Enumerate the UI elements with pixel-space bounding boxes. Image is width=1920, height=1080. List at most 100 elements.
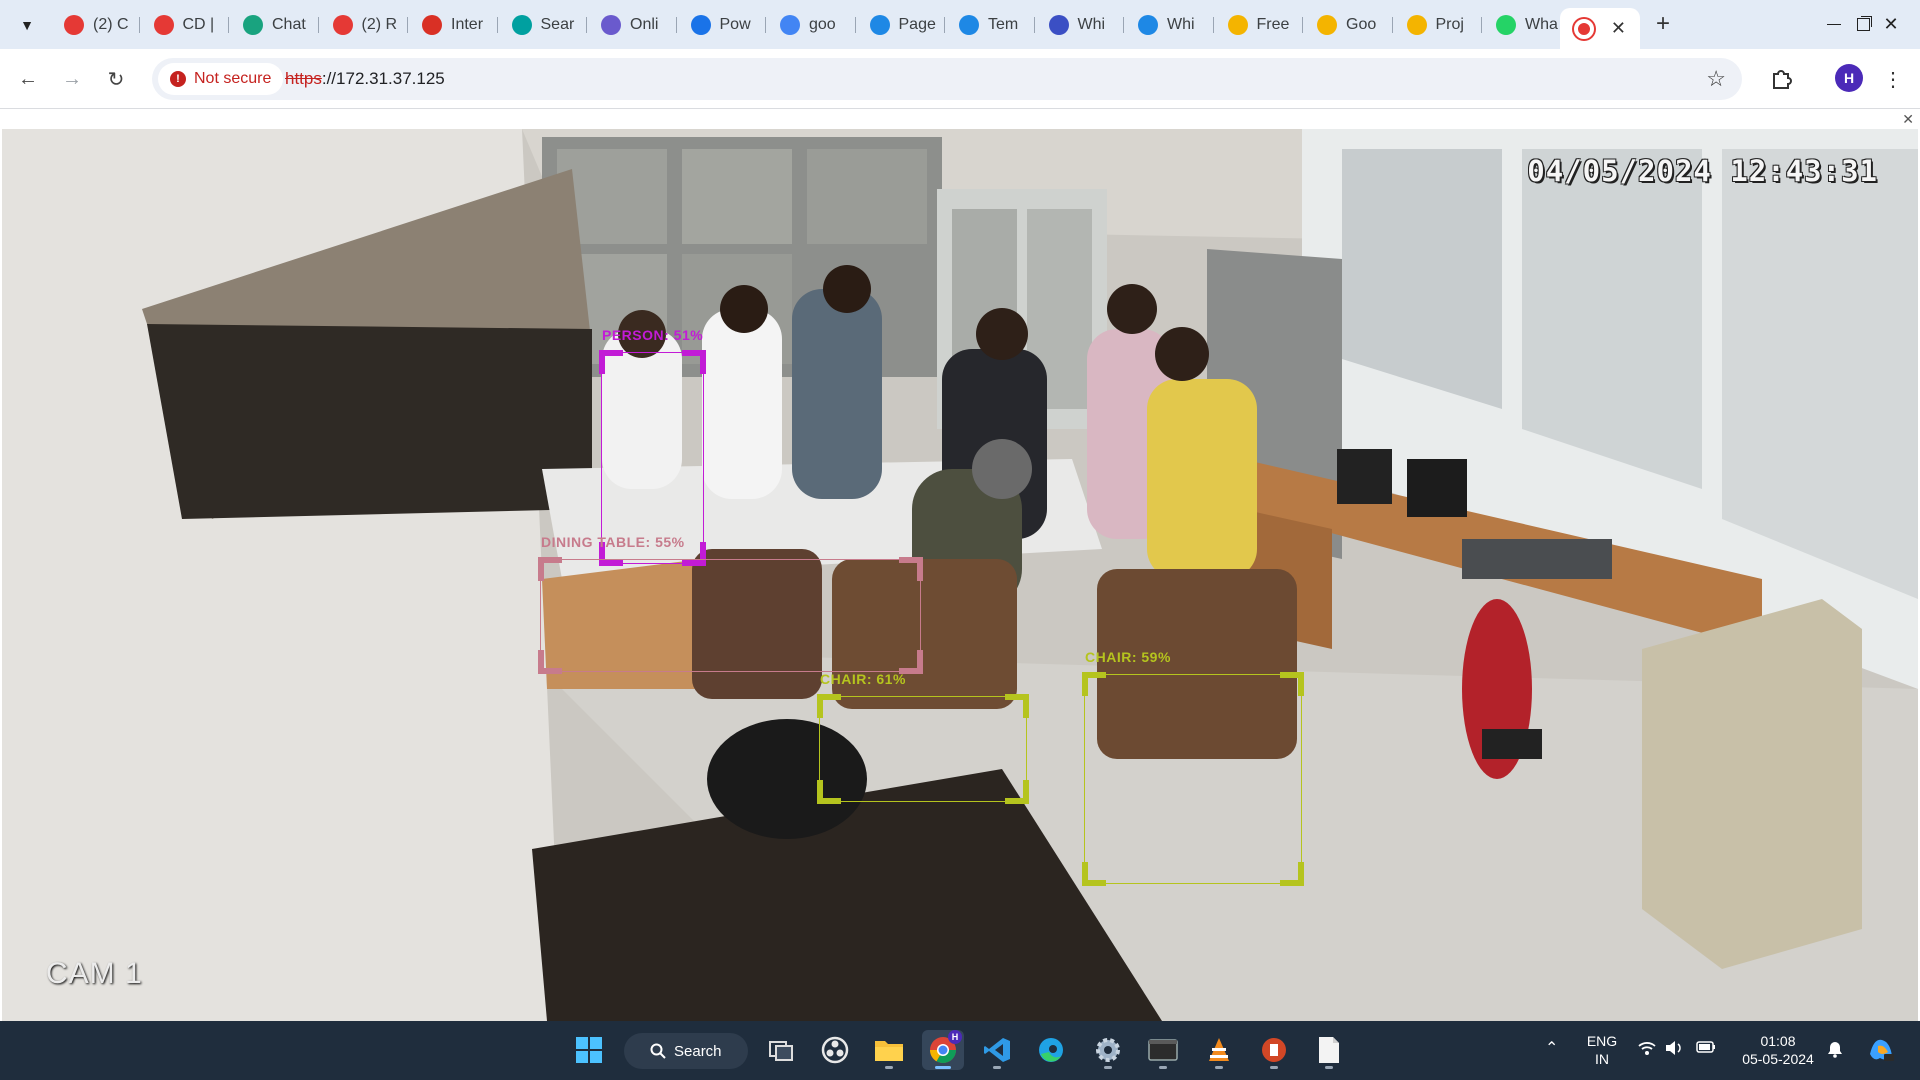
tab-13[interactable]: Whi	[1124, 8, 1214, 42]
detection-corner	[817, 694, 841, 718]
docs-yellow-icon	[1317, 15, 1337, 35]
tab-15[interactable]: Goo	[1303, 8, 1393, 42]
tab-1[interactable]: (2) C	[50, 8, 140, 42]
taskbar-app-terminal[interactable]	[1142, 1030, 1184, 1070]
detection-box-dining-table: DINING TABLE: 55%	[538, 534, 923, 674]
start-button[interactable]	[568, 1030, 610, 1070]
taskbar-app-settings[interactable]	[1087, 1030, 1129, 1070]
language-indicator[interactable]: ENG IN	[1582, 1032, 1622, 1068]
detection-corner	[1280, 672, 1304, 696]
tab-11[interactable]: Tem	[945, 8, 1035, 42]
camera-timestamp: 04/05/2024 12:43:31	[1527, 154, 1878, 188]
tab-8[interactable]: Pow	[677, 8, 766, 42]
tab-7[interactable]: Onli	[587, 8, 677, 42]
back-button[interactable]: ←	[12, 63, 44, 95]
tab-title: Page	[898, 16, 936, 33]
clock[interactable]: 01:08 05-05-2024	[1734, 1032, 1822, 1068]
reload-button[interactable]: ↻	[100, 63, 132, 95]
kebab-menu-icon: ⋮	[1883, 68, 1903, 91]
close-viewer-icon[interactable]: ✕	[1902, 111, 1914, 128]
running-indicator	[1215, 1066, 1223, 1069]
obs-icon	[821, 1036, 849, 1064]
copilot-icon[interactable]	[1866, 1034, 1896, 1069]
tab-3[interactable]: Chat	[229, 8, 319, 42]
running-indicator	[993, 1066, 1001, 1069]
battery-icon[interactable]	[1696, 1040, 1716, 1059]
taskbar-app-powerpoint[interactable]	[1253, 1030, 1295, 1070]
camera-label: CAM 1	[46, 957, 143, 990]
wifi-icon[interactable]	[1638, 1040, 1656, 1061]
detection-box-person: PERSON: 51%	[599, 327, 706, 566]
taskbar-app-vlc[interactable]	[1198, 1030, 1240, 1070]
tab-search-button[interactable]: ▼	[12, 10, 42, 40]
chevron-up-icon[interactable]: ⌃	[1545, 1038, 1558, 1058]
google-icon	[780, 15, 800, 35]
extensions-button[interactable]	[1763, 61, 1799, 97]
edge-icon	[1039, 1038, 1063, 1062]
speedometer-icon	[422, 15, 442, 35]
tab-5[interactable]: Inter	[408, 8, 498, 42]
close-window-button[interactable]: ✕	[1862, 0, 1920, 49]
security-chip[interactable]: ! Not secure	[158, 63, 284, 95]
detection-corner	[538, 650, 562, 674]
running-indicator	[885, 1066, 893, 1069]
arrow-left-icon: ←	[18, 67, 38, 90]
tab-title: CD |	[182, 16, 215, 33]
detection-label-chair-1: CHAIR: 61%	[820, 671, 906, 687]
taskbar-app-vscode[interactable]	[976, 1030, 1018, 1070]
task-view-button[interactable]	[760, 1030, 802, 1070]
vercel-icon	[511, 15, 532, 35]
menu-button[interactable]: ⋮	[1875, 61, 1911, 97]
security-label: Not secure	[194, 70, 272, 87]
slides-icon	[1406, 15, 1427, 35]
tab-title: Chat	[272, 16, 306, 33]
youtube-icon	[153, 15, 174, 35]
new-tab-button[interactable]: +	[1648, 10, 1678, 40]
taskbar-app-obs[interactable]	[814, 1030, 856, 1070]
taskbar-app-notepad[interactable]	[1308, 1030, 1350, 1070]
tab-title: Whi	[1077, 16, 1106, 33]
detection-corner	[538, 557, 562, 581]
tab-title: Inter	[451, 16, 484, 33]
tab-title: Pow	[719, 16, 751, 33]
tab-title: Sear	[540, 16, 575, 33]
browser-toolbar: ← → ↻ ! Not secure https://172.31.37.125…	[0, 49, 1920, 109]
volume-icon[interactable]	[1665, 1040, 1683, 1061]
detection-label-person: PERSON: 51%	[602, 327, 704, 343]
tab-10[interactable]: Page	[856, 8, 945, 42]
taskbar-app-edge[interactable]	[1030, 1030, 1072, 1070]
slides-icon	[1227, 15, 1248, 35]
url-text[interactable]: https://172.31.37.125	[285, 69, 445, 89]
tab-strip: ▼ (2) C CD | Chat (2) R Inter Sear Onli Pow goo P…	[0, 0, 1920, 49]
powerpoint-icon	[1262, 1038, 1286, 1062]
camera-app-icon	[1574, 18, 1594, 39]
tab-9[interactable]: goo	[766, 8, 856, 42]
tab-17[interactable]: Wha	[1482, 8, 1572, 42]
language-line-1: ENG	[1586, 1033, 1618, 1049]
tab-16[interactable]: Proj	[1393, 8, 1482, 42]
tab-title: Whi	[1167, 16, 1195, 33]
forward-button[interactable]: →	[56, 63, 88, 95]
taskbar-app-chrome[interactable]: H	[922, 1030, 964, 1070]
tab-title: Free	[1256, 16, 1290, 33]
taskbar-app-file-explorer[interactable]	[868, 1030, 910, 1070]
camera-feed[interactable]: 04/05/2024 12:43:31 CAM 1 PERSON: 51% DI…	[2, 129, 1918, 1021]
tab-2[interactable]: CD |	[140, 8, 229, 42]
document-icon	[1319, 1037, 1339, 1063]
vscode-icon	[984, 1038, 1010, 1062]
tab-active[interactable]: ✕	[1560, 8, 1640, 49]
youtube-icon	[332, 15, 353, 35]
tab-6[interactable]: Sear	[498, 8, 587, 42]
notification-bell-icon[interactable]	[1826, 1040, 1844, 1063]
tab-12[interactable]: Whi	[1035, 8, 1124, 42]
address-bar[interactable]: ! Not secure https://172.31.37.125 ☆	[152, 58, 1742, 100]
whatsapp-icon	[1496, 15, 1516, 35]
tab-14[interactable]: Free	[1214, 8, 1303, 42]
close-tab-icon[interactable]: ✕	[1611, 18, 1626, 39]
tab-4[interactable]: (2) R	[319, 8, 408, 42]
taskbar-search[interactable]: Search	[624, 1033, 748, 1069]
vlc-icon	[1209, 1038, 1229, 1061]
profile-avatar[interactable]: H	[1835, 64, 1863, 92]
bookmark-star-icon[interactable]: ☆	[1706, 66, 1726, 92]
youtube-icon	[64, 15, 84, 35]
